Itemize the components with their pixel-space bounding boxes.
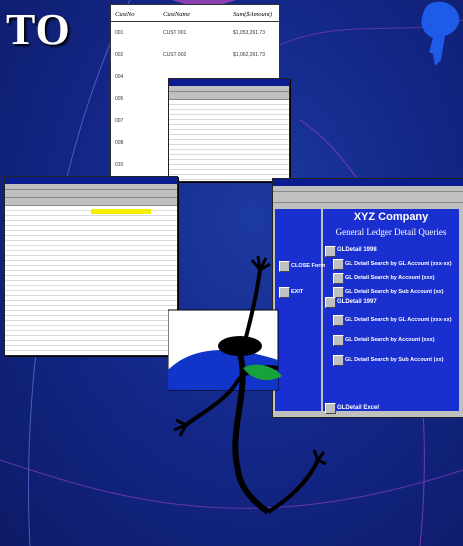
cell: $1,062,261.73 bbox=[233, 52, 265, 58]
cell: $1,053,261.73 bbox=[233, 30, 265, 36]
table-row: 002 CUST 002 $1,062,261.73 bbox=[111, 44, 279, 66]
query-label: GL Detail Search by Account (xxx) bbox=[345, 275, 435, 281]
spreadsheet-window bbox=[168, 78, 290, 182]
cell: 010 bbox=[115, 162, 124, 168]
query-button[interactable] bbox=[333, 259, 344, 270]
cell: 007 bbox=[115, 118, 124, 124]
excel-window bbox=[4, 176, 178, 356]
cell: 008 bbox=[115, 140, 124, 146]
query-button[interactable] bbox=[333, 355, 344, 366]
cell: CUST 001 bbox=[163, 30, 187, 36]
table-row: 001 CUST 001 $1,053,261.73 bbox=[111, 22, 279, 44]
cell: 004 bbox=[115, 74, 124, 80]
section-title: GLDetail 1998 bbox=[337, 247, 377, 253]
query-button[interactable] bbox=[333, 315, 344, 326]
column-header: CustNo bbox=[115, 11, 135, 18]
section-title: GLDetail Excel bbox=[337, 405, 380, 411]
query-button[interactable] bbox=[333, 273, 344, 284]
query-label: GL Detail Search by GL Account (xxx-xx) bbox=[345, 317, 452, 323]
window-titlebar[interactable] bbox=[169, 79, 289, 86]
toolbar[interactable] bbox=[169, 92, 289, 100]
spreadsheet-grid[interactable] bbox=[5, 206, 177, 355]
page-subtitle: General Ledger Detail Queries bbox=[335, 227, 447, 237]
query-button[interactable] bbox=[333, 335, 344, 346]
main-panel bbox=[323, 209, 459, 411]
highlighted-header-cells bbox=[91, 209, 151, 214]
query-label: GL Detail Search by GL Account (xxx-xx) bbox=[345, 261, 452, 267]
toolbar[interactable] bbox=[273, 192, 463, 203]
cartoon-figure-icon bbox=[168, 255, 327, 515]
query-label: GL Detail Search by Sub Account (xx) bbox=[345, 357, 444, 363]
cell: CUST 002 bbox=[163, 52, 187, 58]
toolbar[interactable] bbox=[5, 190, 177, 198]
section-title: GLDetail 1997 bbox=[337, 299, 377, 305]
spreadsheet-grid[interactable] bbox=[169, 100, 289, 181]
window-titlebar[interactable] bbox=[273, 179, 463, 186]
cell: 005 bbox=[115, 96, 124, 102]
slide-title: TO bbox=[6, 5, 71, 54]
column-header: Sum($Amount) bbox=[233, 11, 272, 18]
cell: 001 bbox=[115, 30, 124, 36]
window-titlebar[interactable] bbox=[5, 177, 177, 184]
report-header: CustNo CustName Sum($Amount) bbox=[111, 5, 279, 22]
column-header: CustName bbox=[163, 11, 191, 18]
formatting-toolbar[interactable] bbox=[5, 198, 177, 206]
query-label: GL Detail Search by Sub Account (xx) bbox=[345, 289, 444, 295]
cell: 002 bbox=[115, 52, 124, 58]
company-name: XYZ Company bbox=[353, 211, 429, 223]
query-label: GL Detail Search by Account (xxx) bbox=[345, 337, 435, 343]
key-blob-icon bbox=[421, 1, 460, 66]
